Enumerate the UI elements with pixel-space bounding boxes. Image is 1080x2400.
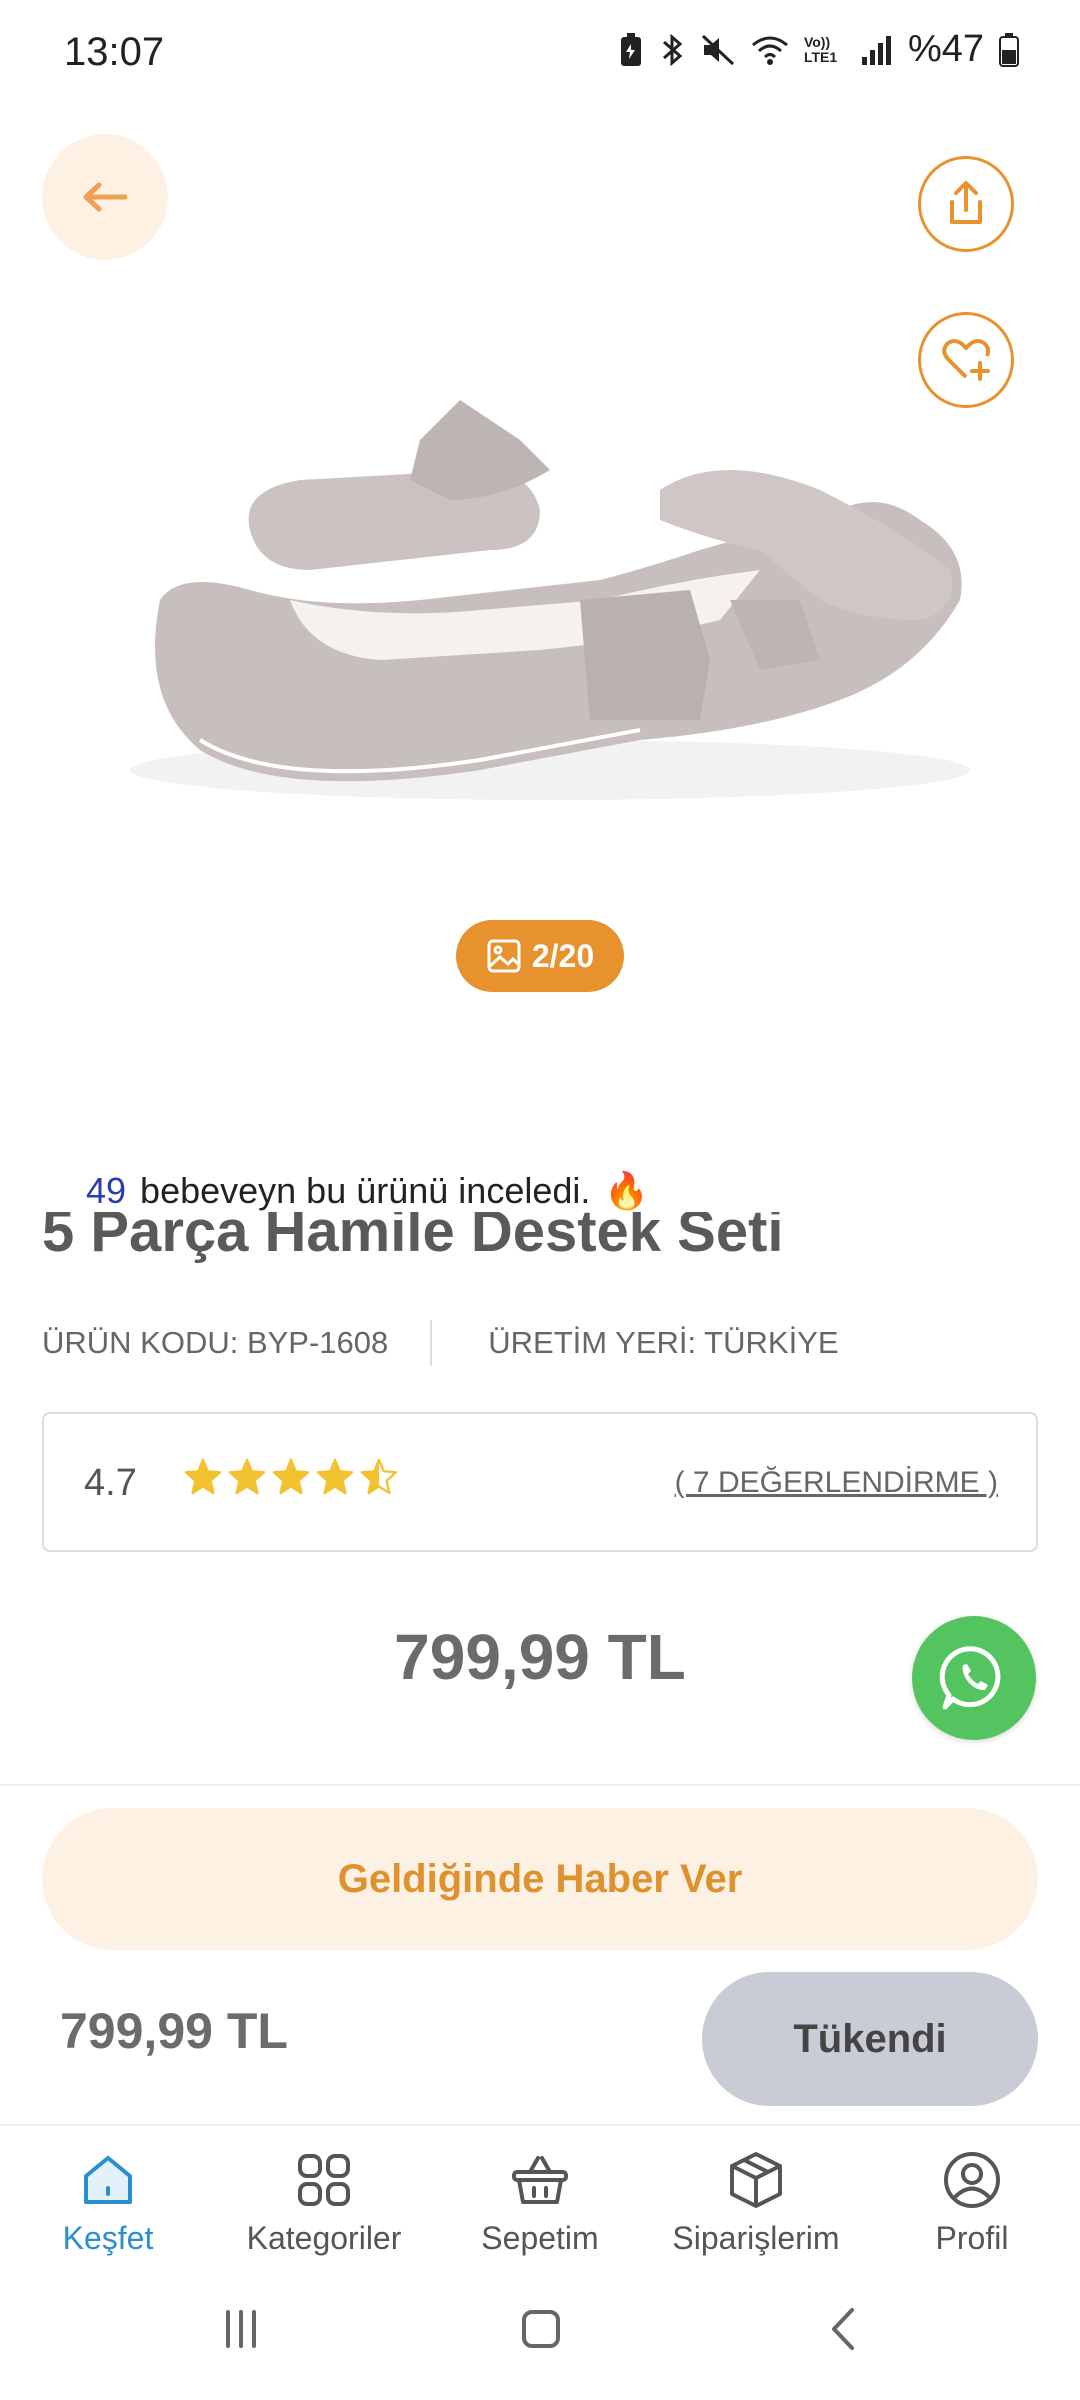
wifi-icon bbox=[751, 36, 788, 65]
rating-box: 4.7 ( 7 DEĞERLENDİRME ) bbox=[42, 1412, 1038, 1552]
product-title-text: 5 Parça Hamile Destek Seti bbox=[42, 1212, 784, 1264]
arrow-left-icon bbox=[83, 182, 128, 212]
viewers-notice: 49 bebeveyn bu ürünü inceledi. 🔥 bbox=[86, 1170, 649, 1212]
nav-label: Sepetim bbox=[481, 2220, 599, 2256]
star-icon bbox=[316, 1458, 354, 1495]
whatsapp-button[interactable] bbox=[912, 1616, 1036, 1740]
share-icon bbox=[950, 181, 982, 224]
viewers-text: bebeveyn bu ürünü inceledi. bbox=[140, 1170, 591, 1211]
back-system-button[interactable] bbox=[820, 2304, 870, 2359]
reviews-link[interactable]: ( 7 DEĞERLENDİRME ) bbox=[675, 1466, 998, 1500]
product-image[interactable] bbox=[120, 400, 980, 840]
status-icons: Vo)) LTE1 %47 bbox=[618, 28, 1020, 71]
product-title: 5 Parça Hamile Destek Seti bbox=[42, 1212, 1042, 1272]
nav-item-kategoriler[interactable]: Kategoriler bbox=[216, 2150, 432, 2257]
product-code: ÜRÜN KODU: BYP-1608 bbox=[42, 1325, 389, 1360]
chevron-left-icon bbox=[832, 2308, 854, 2350]
heart-plus-icon bbox=[942, 339, 991, 381]
image-counter: 2/20 bbox=[456, 920, 624, 992]
bottom-nav: Keşfet Kategoriler Sepetim Siparişlerim … bbox=[0, 2124, 1080, 2266]
bottom-price: 799,99 TL bbox=[60, 2003, 288, 2059]
nav-item-kesfet[interactable]: Keşfet bbox=[0, 2150, 216, 2257]
nav-label: Keşfet bbox=[62, 2220, 154, 2256]
volte-icon: Vo)) LTE1 bbox=[803, 33, 838, 65]
home-square-icon bbox=[522, 2310, 560, 2348]
status-bar: 13:07 Vo)) LTE1 %47 bbox=[0, 0, 1080, 100]
nav-item-sepetim[interactable]: Sepetim bbox=[432, 2150, 648, 2257]
divider bbox=[0, 1784, 1080, 1786]
rating-stars bbox=[184, 1458, 398, 1496]
grid-icon bbox=[298, 2154, 350, 2206]
battery-percent: %47 bbox=[907, 28, 984, 70]
favorite-button[interactable] bbox=[918, 312, 1014, 408]
share-button[interactable] bbox=[918, 156, 1014, 252]
status-time: 13:07 bbox=[64, 30, 165, 74]
recent-apps-icon bbox=[226, 2310, 256, 2348]
fire-emoji: 🔥 bbox=[604, 1170, 650, 1211]
notify-when-available-button[interactable]: Geldiğinde Haber Ver bbox=[42, 1808, 1038, 1950]
system-nav-bar bbox=[0, 2264, 1080, 2400]
mute-icon bbox=[701, 34, 734, 65]
meta-divider bbox=[430, 1320, 433, 1366]
star-icon bbox=[184, 1458, 222, 1495]
whatsapp-icon bbox=[939, 1646, 1001, 1710]
nav-label: Siparişlerim bbox=[672, 2220, 840, 2256]
user-icon bbox=[944, 2152, 1000, 2208]
star-icon bbox=[228, 1458, 266, 1495]
home-button[interactable] bbox=[516, 2304, 566, 2359]
nav-label: Kategoriler bbox=[246, 2220, 402, 2256]
nav-label: Profil bbox=[935, 2220, 1009, 2256]
home-icon bbox=[84, 2156, 132, 2204]
basket-icon bbox=[512, 2156, 568, 2204]
signal-icon bbox=[861, 35, 891, 65]
box-icon bbox=[730, 2152, 782, 2208]
image-icon bbox=[487, 939, 521, 973]
bluetooth-icon bbox=[662, 33, 683, 66]
star-icon bbox=[272, 1458, 310, 1495]
nav-item-profil[interactable]: Profil bbox=[864, 2150, 1080, 2257]
nav-item-siparislerim[interactable]: Siparişlerim bbox=[648, 2150, 864, 2257]
sold-out-button[interactable]: Tükendi bbox=[702, 1972, 1038, 2106]
viewers-count: 49 bbox=[86, 1170, 127, 1211]
battery-icon bbox=[999, 32, 1019, 67]
recent-apps-button[interactable] bbox=[216, 2304, 266, 2359]
battery-saver-icon bbox=[620, 32, 641, 66]
rating-value: 4.7 bbox=[84, 1462, 137, 1504]
image-counter-text: 2/20 bbox=[531, 937, 595, 974]
product-meta: ÜRÜN KODU: BYP-1608 ÜRETİM YERİ: TÜRKİYE bbox=[42, 1320, 839, 1366]
back-button[interactable] bbox=[42, 134, 168, 260]
product-origin: ÜRETİM YERİ: TÜRKİYE bbox=[488, 1325, 839, 1360]
star-icon bbox=[360, 1458, 398, 1495]
